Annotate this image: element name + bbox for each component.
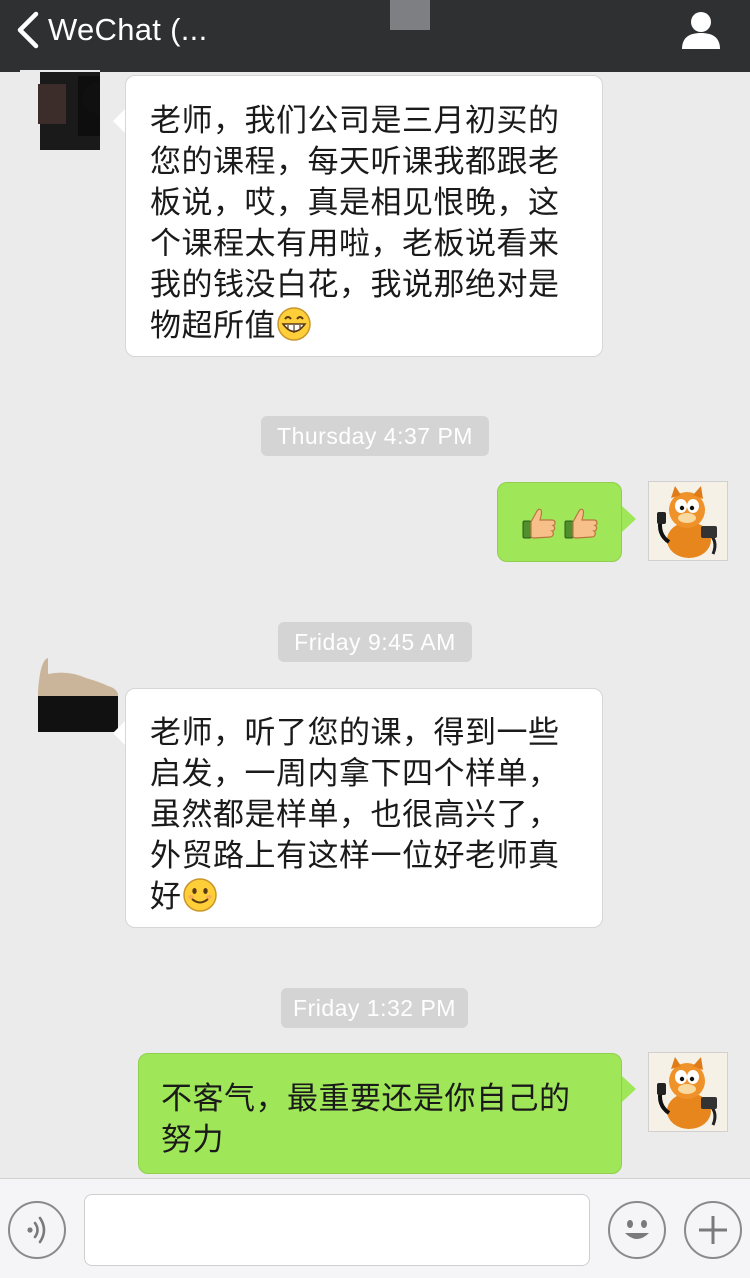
message-line: 不客气，最重要还是你自己的 (161, 1081, 571, 1117)
timestamp-pill: Friday 1:32 PM (281, 988, 468, 1028)
more-options-button[interactable] (684, 1201, 742, 1259)
smiling-face-emoji (182, 877, 218, 924)
message-line: 启发，一周内拿下四个样单， (150, 756, 560, 792)
message-line-last: 好 (150, 877, 580, 924)
cartoon-cat-avatar-image (649, 1053, 727, 1131)
message-line: 虽然都是样单，也很高兴了， (150, 797, 560, 833)
bubble-tail (622, 506, 636, 532)
message-line: 外贸路上有这样一位好老师真 (150, 838, 560, 874)
message-line: 个课程太有用啦，老板说看来 (150, 226, 560, 262)
message-line: 努力 (161, 1122, 224, 1158)
voice-input-button[interactable] (8, 1201, 66, 1259)
chat-title: WeChat (... (48, 12, 208, 47)
timestamp-pill: Thursday 4:37 PM (261, 416, 489, 456)
incoming-message-bubble[interactable]: 老师，听了您的课，得到一些 启发，一周内拿下四个样单， 虽然都是样单，也很高兴了… (125, 688, 603, 928)
message-line-last: 物超所值 (150, 306, 580, 353)
input-toolbar (0, 1178, 750, 1278)
message-line: 老师，我们公司是三月初买的 (150, 103, 560, 139)
contact-avatar[interactable] (20, 70, 100, 150)
person-icon (682, 12, 720, 49)
timestamp-pill: Friday 9:45 AM (278, 622, 472, 662)
smiley-icon (625, 1220, 649, 1239)
message-line-text: 好 (150, 879, 182, 915)
grinning-face-emoji (276, 306, 312, 353)
emoji-row (520, 505, 600, 543)
message-line: 老师，听了您的课，得到一些 (150, 715, 560, 751)
message-line-text: 物超所值 (150, 308, 276, 344)
voice-wave-icon (27, 1216, 46, 1244)
bubble-tail (622, 1076, 636, 1102)
contact-profile-button[interactable] (680, 9, 722, 51)
top-nav-bar: WeChat (... (0, 0, 750, 72)
user-avatar[interactable] (648, 1052, 728, 1132)
chat-screen: WeChat (... 老师，我们公司是三月初买的 您的课程，每天听课我都跟老 … (0, 0, 750, 1278)
thumbs-up-emoji (520, 505, 558, 543)
thumbs-up-emoji (562, 505, 600, 543)
message-line: 您的课程，每天听课我都跟老 (150, 144, 560, 180)
plus-icon (699, 1216, 727, 1244)
emoji-button[interactable] (608, 1201, 666, 1259)
chevron-left-icon (17, 11, 39, 49)
contact-avatar[interactable] (38, 652, 118, 732)
message-line: 板说，哎，真是相见恨晚，这 (150, 185, 560, 221)
cartoon-cat-avatar-image (649, 482, 727, 560)
message-input[interactable] (84, 1194, 590, 1266)
user-avatar[interactable] (648, 481, 728, 561)
message-line: 我的钱没白花，我说那绝对是 (150, 267, 560, 303)
incoming-message-bubble[interactable]: 老师，我们公司是三月初买的 您的课程，每天听课我都跟老 板说，哎，真是相见恨晚，… (125, 75, 603, 357)
outgoing-message-bubble[interactable]: 不客气，最重要还是你自己的 努力 (138, 1053, 622, 1174)
back-button[interactable]: WeChat (... (14, 0, 208, 60)
status-indicator (390, 0, 430, 30)
outgoing-message-bubble[interactable] (497, 482, 622, 562)
